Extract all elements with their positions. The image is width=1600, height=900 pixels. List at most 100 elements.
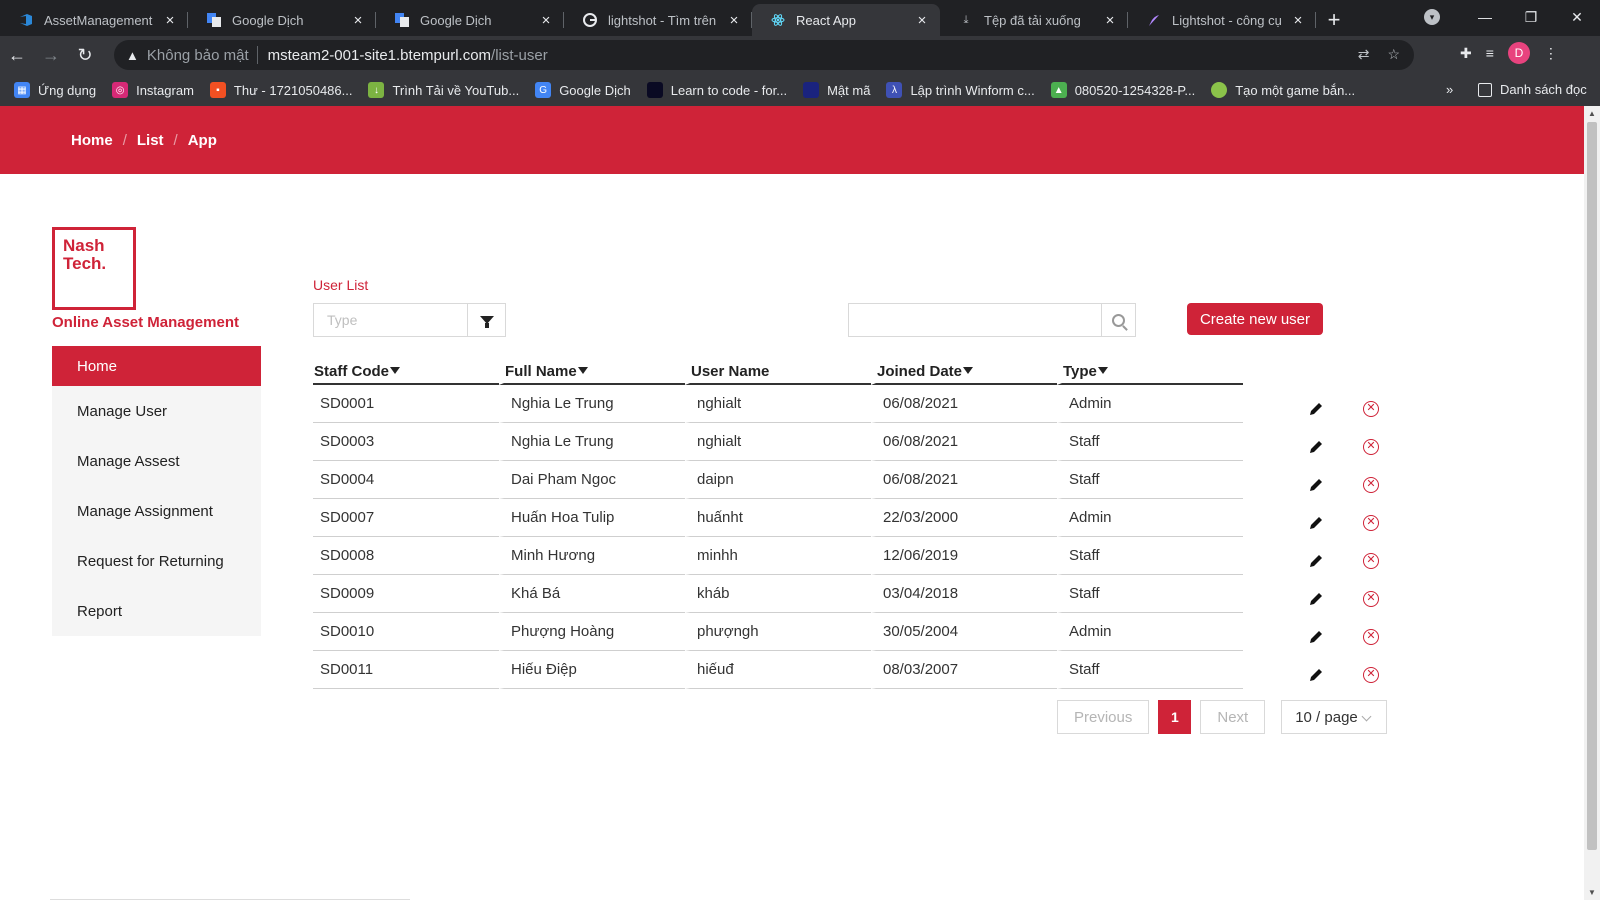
bookmark-item[interactable]: Tạo một game bắn... bbox=[1211, 82, 1355, 98]
sort-icon[interactable] bbox=[1097, 366, 1108, 374]
bookmark-item[interactable]: ↓ Trình Tải về YouTub... bbox=[368, 82, 519, 98]
back-icon[interactable]: ← bbox=[0, 38, 34, 72]
browser-tab[interactable]: AssetManagement Te × bbox=[0, 4, 188, 36]
table-row[interactable]: SD0010 Phượng Hoàng phượngh 30/05/2004 Admin bbox=[313, 613, 1243, 651]
forward-icon[interactable]: → bbox=[34, 38, 68, 72]
edit-pencil-icon[interactable] bbox=[1307, 628, 1325, 646]
search-input[interactable] bbox=[849, 304, 1101, 336]
bookmark-item[interactable]: λ Lập trình Winform c... bbox=[886, 82, 1035, 98]
close-icon[interactable]: × bbox=[1102, 12, 1118, 29]
column-header-joined-date[interactable]: Joined Date bbox=[871, 359, 1057, 385]
browser-tab[interactable]: Google Dịch × bbox=[188, 4, 376, 36]
page-scrollbar[interactable]: ▲ ▼ bbox=[1584, 106, 1600, 900]
delete-circle-x-icon[interactable]: ✕ bbox=[1363, 515, 1379, 531]
sidebar-item-home[interactable]: Home bbox=[52, 346, 261, 386]
edit-pencil-icon[interactable] bbox=[1307, 400, 1325, 418]
search-box bbox=[848, 303, 1136, 337]
table-row[interactable]: SD0011 Hiếu Điệp hiếuđ 08/03/2007 Staff bbox=[313, 651, 1243, 689]
tab-title: Google Dịch bbox=[420, 12, 492, 28]
media-control-icon[interactable]: ≡ bbox=[1486, 45, 1494, 61]
edit-pencil-icon[interactable] bbox=[1307, 666, 1325, 684]
sidebar-item-request-returning[interactable]: Request for Returning bbox=[52, 536, 261, 586]
edit-pencil-icon[interactable] bbox=[1307, 476, 1325, 494]
cell-staff-code: SD0001 bbox=[313, 385, 499, 423]
new-tab-button[interactable]: + bbox=[1316, 4, 1352, 36]
minimize-icon[interactable]: — bbox=[1462, 9, 1508, 25]
bookmark-item[interactable]: G Google Dịch bbox=[535, 82, 631, 98]
close-icon[interactable]: × bbox=[538, 12, 554, 29]
bookmark-item[interactable]: ▲ 080520-1254328-P... bbox=[1050, 82, 1195, 98]
scrollbar-thumb[interactable] bbox=[1587, 122, 1597, 850]
table-row[interactable]: SD0009 Khá Bá kháb 03/04/2018 Staff bbox=[313, 575, 1243, 613]
delete-circle-x-icon[interactable]: ✕ bbox=[1363, 439, 1379, 455]
column-header-type[interactable]: Type bbox=[1057, 359, 1243, 385]
tab-search-icon[interactable]: ▾ bbox=[1424, 9, 1440, 25]
next-page-button[interactable]: Next bbox=[1200, 700, 1266, 734]
table-row[interactable]: SD0003 Nghia Le Trung nghialt 06/08/2021 Sta… bbox=[313, 423, 1243, 461]
page-size-select[interactable]: 10 / page bbox=[1281, 700, 1388, 734]
table-row[interactable]: SD0007 Huấn Hoa Tulip huấnht 22/03/2000 Admi… bbox=[313, 499, 1243, 537]
close-icon[interactable]: × bbox=[1290, 12, 1306, 29]
delete-circle-x-icon[interactable]: ✕ bbox=[1363, 401, 1379, 417]
browser-tab-active[interactable]: React App × bbox=[752, 4, 940, 36]
address-bar[interactable]: ▲ Không bảo mật msteam2-001-site1.btempu… bbox=[114, 40, 1414, 70]
sort-icon[interactable] bbox=[390, 366, 400, 374]
bookmark-item[interactable]: ▦ Ứng dụng bbox=[14, 82, 96, 98]
page-number-button[interactable]: 1 bbox=[1158, 700, 1192, 734]
sidebar-item-manage-assignment[interactable]: Manage Assignment bbox=[52, 486, 261, 536]
sidebar-item-manage-asset[interactable]: Manage Assest bbox=[52, 436, 261, 486]
delete-circle-x-icon[interactable]: ✕ bbox=[1363, 477, 1379, 493]
column-header-full-name[interactable]: Full Name bbox=[499, 359, 685, 385]
table-row[interactable]: SD0004 Dai Pham Ngoc daipn 06/08/2021 Staff bbox=[313, 461, 1243, 499]
row-action-group: ✕ bbox=[1300, 504, 1390, 542]
star-icon[interactable]: ☆ bbox=[1387, 46, 1400, 63]
browser-tab[interactable]: ⤓ Tệp đã tải xuống × bbox=[940, 4, 1128, 36]
edit-pencil-icon[interactable] bbox=[1307, 514, 1325, 532]
menu-icon[interactable]: ⋮ bbox=[1544, 45, 1558, 62]
close-icon[interactable]: × bbox=[350, 12, 366, 29]
bookmark-item[interactable]: Mật mã bbox=[803, 82, 870, 98]
close-window-icon[interactable]: ✕ bbox=[1554, 9, 1600, 26]
avatar[interactable]: D bbox=[1507, 42, 1530, 64]
translate-icon[interactable]: ⇄ bbox=[1358, 46, 1370, 63]
scroll-up-icon[interactable]: ▲ bbox=[1588, 109, 1596, 118]
bookmark-item[interactable]: Learn to code - for... bbox=[646, 82, 787, 98]
edit-pencil-icon[interactable] bbox=[1307, 590, 1325, 608]
bookmark-item[interactable]: ◎ Instagram bbox=[112, 82, 194, 98]
edit-pencil-icon[interactable] bbox=[1307, 552, 1325, 570]
column-header-staff-code[interactable]: Staff Code bbox=[313, 359, 499, 385]
edit-pencil-icon[interactable] bbox=[1307, 438, 1325, 456]
browser-tab[interactable]: Google Dịch × bbox=[376, 4, 564, 36]
close-icon[interactable]: × bbox=[726, 12, 742, 29]
sidebar-item-manage-user[interactable]: Manage User bbox=[52, 386, 261, 436]
close-icon[interactable]: × bbox=[162, 12, 178, 29]
cell-full-name: Phượng Hoàng bbox=[499, 613, 685, 651]
close-icon[interactable]: × bbox=[914, 12, 930, 29]
sort-icon[interactable] bbox=[577, 366, 588, 374]
breadcrumb-list[interactable]: List bbox=[137, 132, 164, 149]
breadcrumb-app[interactable]: App bbox=[188, 132, 217, 149]
delete-circle-x-icon[interactable]: ✕ bbox=[1363, 667, 1379, 683]
extensions-icon[interactable]: ✚ bbox=[1460, 45, 1472, 62]
breadcrumb-home[interactable]: Home bbox=[71, 132, 113, 149]
type-filter-select[interactable]: Type bbox=[313, 303, 506, 337]
bookmark-item[interactable]: ▪ Thư - 1721050486... bbox=[209, 82, 352, 98]
sort-icon[interactable] bbox=[963, 366, 974, 374]
bookmarks-overflow-icon[interactable]: » bbox=[1446, 82, 1453, 97]
reload-icon[interactable]: ↻ bbox=[68, 38, 102, 72]
sidebar-item-report[interactable]: Report bbox=[52, 586, 261, 636]
search-button[interactable] bbox=[1101, 304, 1135, 336]
browser-tab[interactable]: lightshot - Tìm trên G × bbox=[564, 4, 752, 36]
delete-circle-x-icon[interactable]: ✕ bbox=[1363, 553, 1379, 569]
delete-circle-x-icon[interactable]: ✕ bbox=[1363, 629, 1379, 645]
create-user-button[interactable]: Create new user bbox=[1187, 303, 1323, 335]
previous-page-button[interactable]: Previous bbox=[1057, 700, 1150, 734]
reading-list-button[interactable]: Danh sách đọc bbox=[1478, 82, 1587, 97]
filter-button[interactable] bbox=[467, 304, 505, 336]
table-row[interactable]: SD0008 Minh Hương minhh 12/06/2019 Staff bbox=[313, 537, 1243, 575]
delete-circle-x-icon[interactable]: ✕ bbox=[1363, 591, 1379, 607]
restore-icon[interactable]: ❐ bbox=[1508, 9, 1554, 26]
scroll-down-icon[interactable]: ▼ bbox=[1588, 888, 1596, 897]
browser-tab[interactable]: Lightshot - công cụ c × bbox=[1128, 4, 1316, 36]
table-row[interactable]: SD0001 Nghia Le Trung nghialt 06/08/2021 Adm… bbox=[313, 385, 1243, 423]
